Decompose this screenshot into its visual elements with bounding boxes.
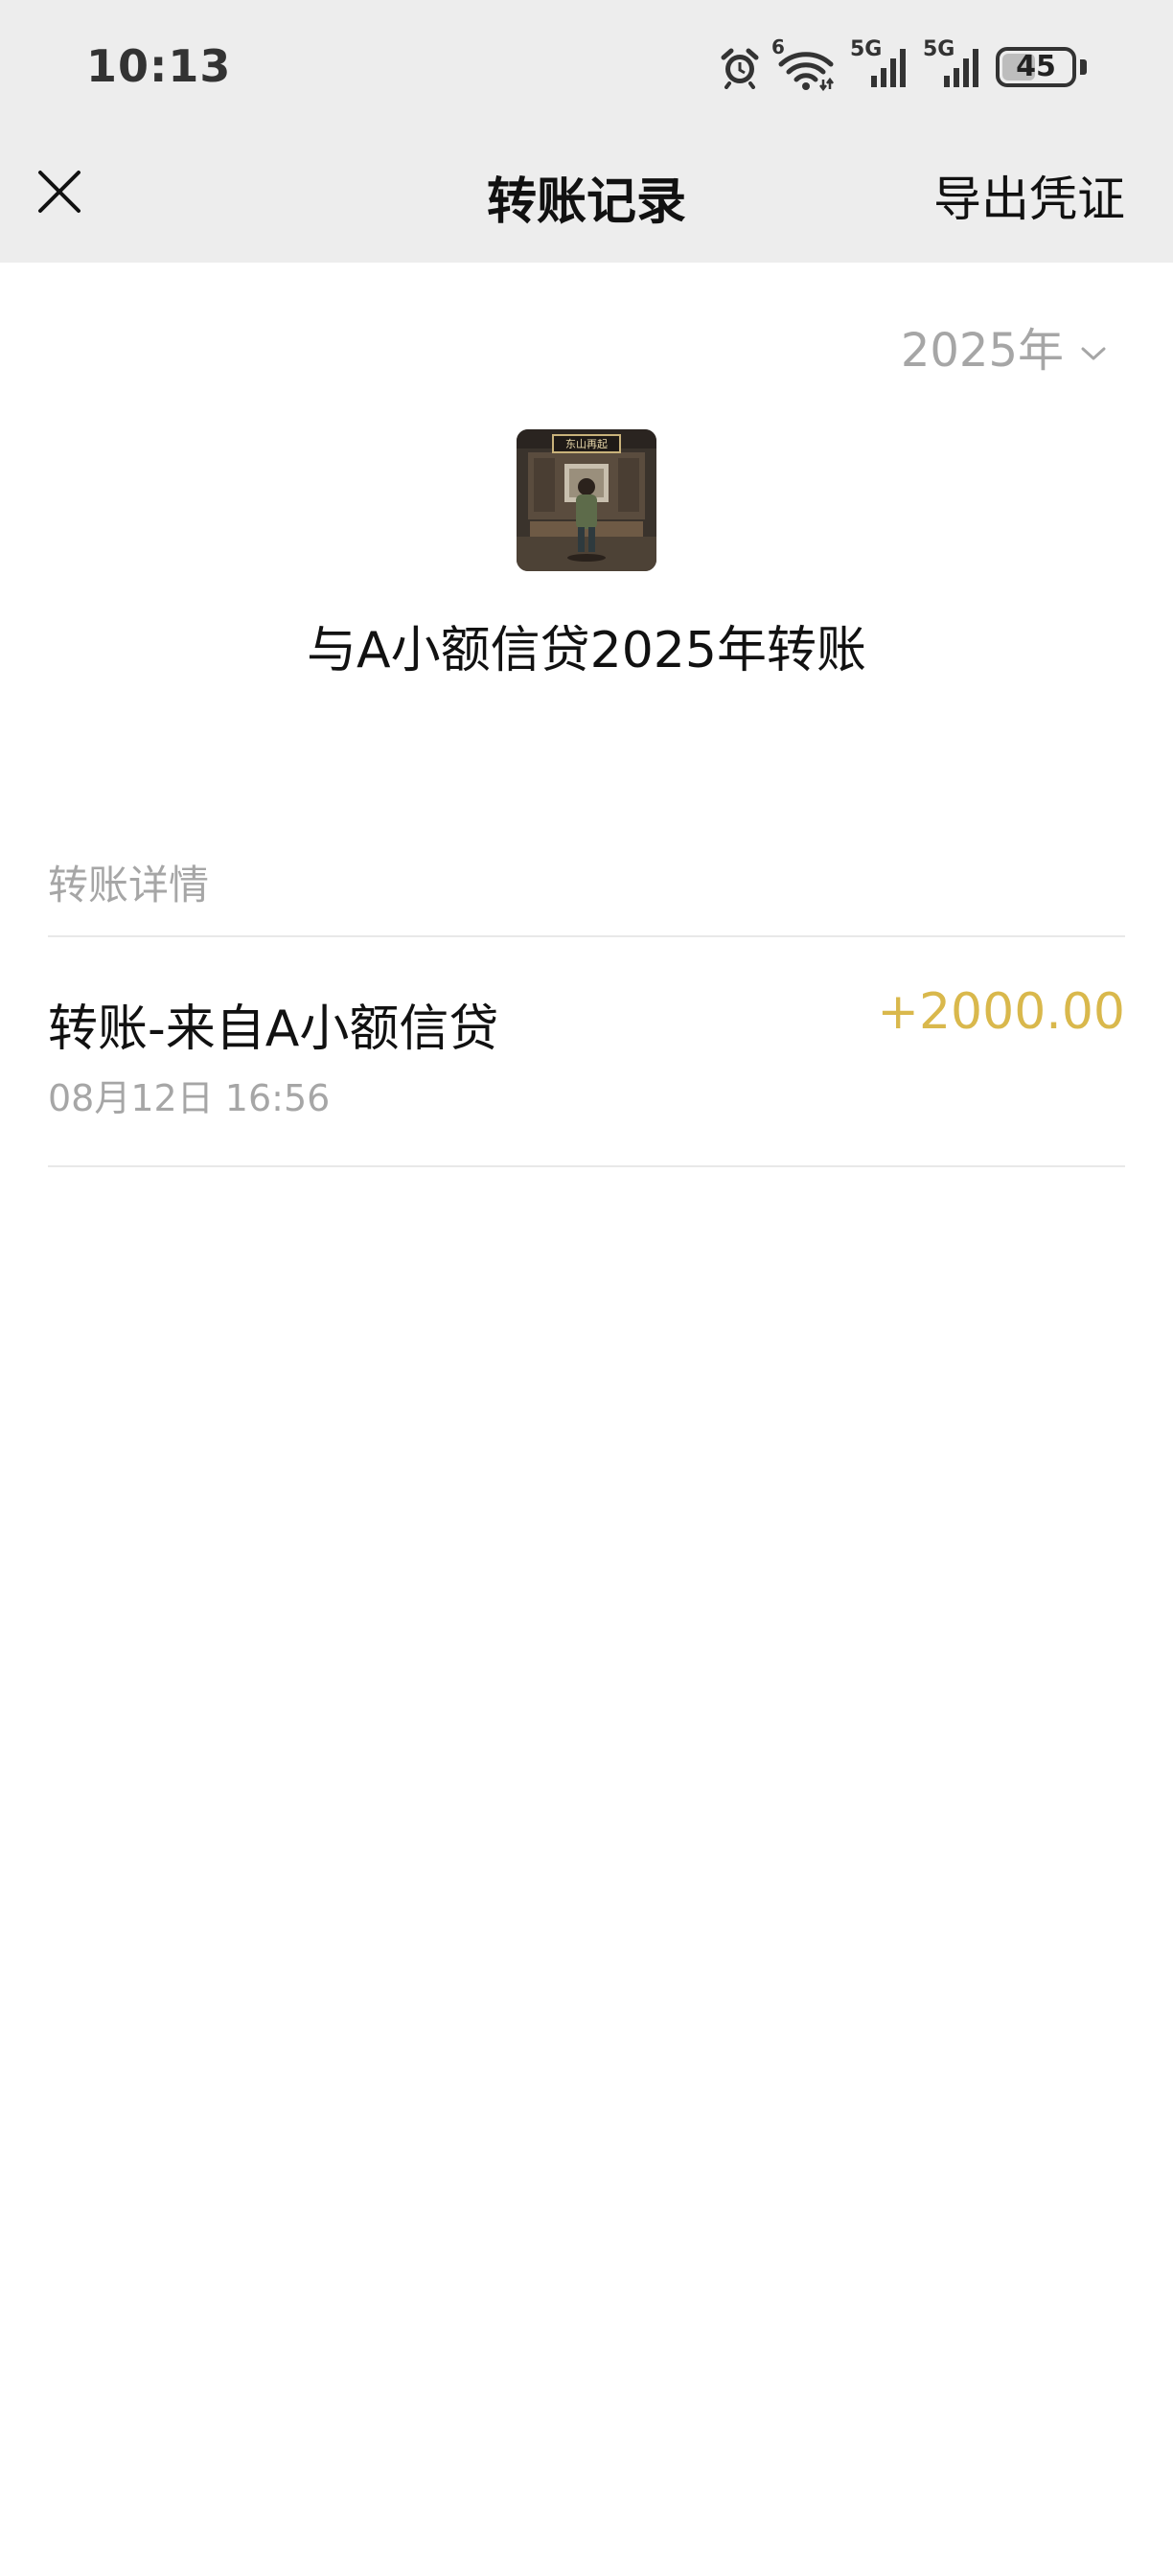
- export-voucher-button[interactable]: 导出凭证: [933, 161, 1125, 230]
- transaction-amount: +2000.00: [877, 983, 1125, 1041]
- status-bar: 10:13 6 5G 5G 45: [0, 0, 1173, 134]
- battery-icon: 45: [996, 47, 1076, 87]
- battery-cap: [1080, 59, 1087, 75]
- transaction-title: 转账-来自A小额信贷: [48, 1000, 499, 1058]
- avatar-sign: 东山再起: [565, 438, 608, 450]
- network-type-label: 5G: [923, 37, 955, 61]
- year-selector[interactable]: 2025年: [901, 312, 1106, 380]
- transaction-time: 08月12日 16:56: [48, 1077, 331, 1119]
- signal-5g-icon: 5G: [850, 37, 909, 89]
- transfer-summary-title: 与A小额信贷2025年转账: [307, 622, 866, 679]
- wifi-icon: 6: [771, 35, 837, 91]
- year-label: 2025年: [900, 324, 1064, 378]
- divider: [48, 1165, 1125, 1167]
- network-type-label: 5G: [850, 37, 883, 61]
- section-label: 转账详情: [48, 862, 210, 908]
- alarm-icon: [718, 45, 762, 89]
- status-time: 10:13: [86, 40, 232, 92]
- status-icons: 6 5G 5G 45: [718, 35, 1087, 92]
- signal-5g-icon: 5G: [923, 37, 982, 89]
- chevron-down-icon: [1081, 319, 1106, 373]
- battery-percent: 45: [1016, 50, 1056, 83]
- contact-avatar[interactable]: 东山再起: [517, 429, 656, 571]
- nav-bar: 转账记录 导出凭证: [0, 134, 1173, 263]
- wifi-tag: 6: [771, 35, 785, 58]
- transaction-row[interactable]: 转账-来自A小额信贷 08月12日 16:56 +2000.00: [48, 937, 1125, 1165]
